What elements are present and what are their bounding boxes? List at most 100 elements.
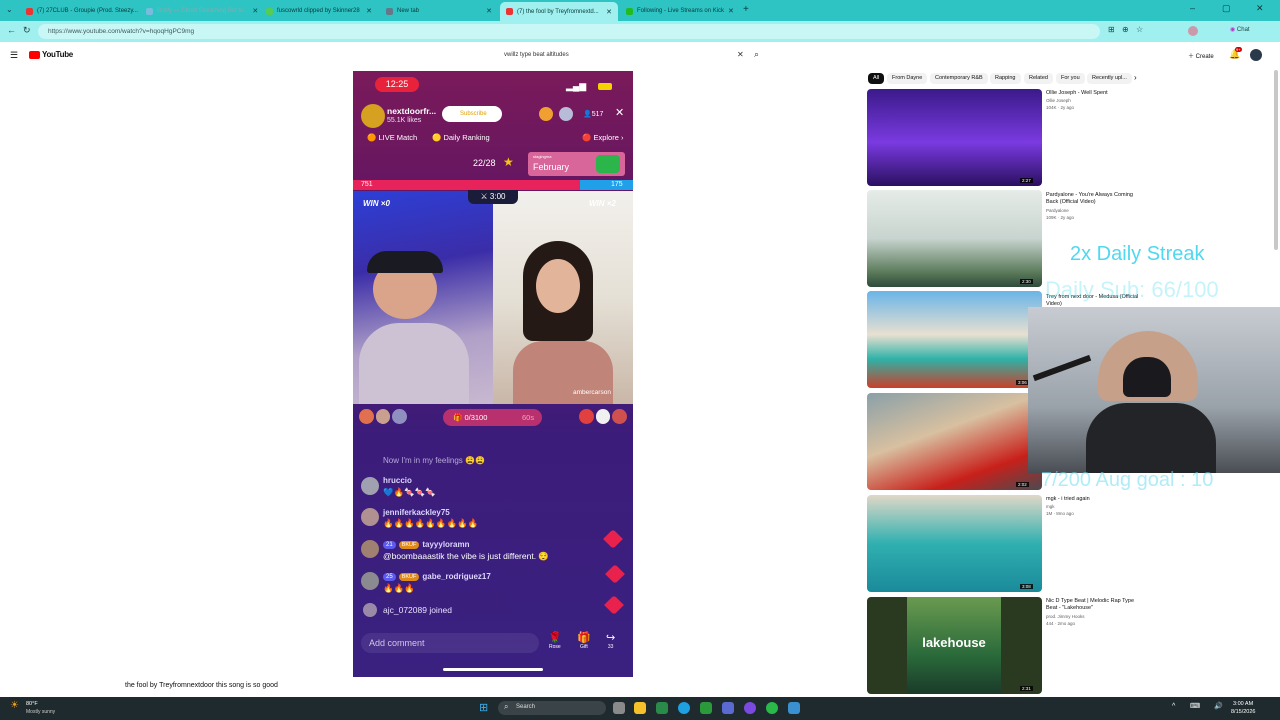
network-icon[interactable]: ⌨ [1190,702,1200,710]
chip-contemporary-rnb[interactable]: Contemporary R&B [930,73,988,84]
tab-5-active[interactable]: (7) the fool by Treyfromnextd... ✕ [500,2,618,21]
gift-goal-bar[interactable]: 🎁 0/3100 60s [443,409,542,426]
clock-date[interactable]: 8/15/2026 [1231,709,1255,715]
back-icon[interactable]: ← [7,25,16,35]
supporter-avatar[interactable] [595,409,611,424]
tiktok-live-video[interactable]: 12:25 ▂▄▆ nextdoorfr... 55.1K likes Subs… [353,71,633,677]
url-field[interactable]: https://www.youtube.com/watch?v=hqoqHgPC… [38,24,1100,39]
app-icon[interactable] [788,702,800,714]
chip-all[interactable]: All [868,73,885,84]
video-thumbnail[interactable]: lakehouse [867,597,1042,694]
supporter-avatar[interactable] [359,409,374,424]
supporter-avatar[interactable] [612,409,628,424]
video-thumbnail[interactable] [867,291,1042,388]
account-avatar[interactable] [1250,49,1262,61]
app-icon[interactable] [656,702,668,714]
clock-time[interactable]: 3:00 AM [1233,701,1253,707]
channel-name[interactable]: Pardyalone [1046,208,1069,213]
start-icon[interactable]: ⊞ [479,701,488,714]
video-thumbnail[interactable] [867,89,1042,186]
chat-username[interactable]: jenniferkackley75 [383,508,450,517]
weather-icon[interactable]: ☀ [10,700,19,711]
search-icon[interactable]: ⌕ [754,49,759,60]
host-avatar[interactable] [361,104,385,128]
copilot-chat-button[interactable]: ◉ Chat [1230,26,1250,33]
chip-rapping[interactable]: Rapping [990,73,1021,84]
channel-name[interactable]: prod. Jimmy Hooks [1046,614,1085,619]
subscribe-button[interactable]: Subscribe [442,106,502,122]
zoom-icon[interactable]: ⊕ [1122,25,1129,34]
channel-name[interactable]: mgk [1046,504,1055,509]
taskbar-search[interactable]: Search [498,701,606,715]
app-icon[interactable] [700,702,712,714]
close-tab-icon[interactable]: ✕ [728,7,734,15]
youtube-logo[interactable]: YouTube [42,50,73,59]
gift-button[interactable]: 🎁 Gift [577,631,591,650]
chat-avatar[interactable] [361,572,379,590]
volume-icon[interactable]: 🔊 [1214,702,1223,710]
tab-2[interactable]: Botify — Cloud Streaming Bot fo... ✕ [140,3,258,19]
host-name[interactable]: nextdoorfr... [387,106,436,116]
video-title-link[interactable]: Nic D Type Beat | Melodic Rap Type Beat … [1046,598,1141,612]
supporter-avatar[interactable] [375,409,391,424]
chip-from-dayne[interactable]: From Dayne [887,73,928,84]
favorite-star-icon[interactable]: ☆ [1136,25,1143,34]
video-title-link[interactable]: Pardyalone - You're Always Coming Back (… [1046,192,1141,206]
tab-1[interactable]: (7) 27CLUB - Groupie (Prod. Steezy...✕ [20,3,138,19]
menu-icon[interactable]: ☰ [10,50,18,61]
add-comment-input[interactable]: Add comment [361,633,539,653]
close-tab-icon[interactable]: ✕ [252,7,258,15]
chat-avatar[interactable] [361,508,379,526]
close-tab-icon[interactable]: ✕ [606,8,612,16]
chat-avatar[interactable] [361,540,379,558]
explore-link[interactable]: 🔴 Explore › [582,133,623,142]
new-tab-icon[interactable]: + [743,4,749,15]
supporter-avatar[interactable] [392,409,408,424]
close-tab-icon[interactable]: ✕ [366,7,372,15]
channel-name[interactable]: Ollie Joseph [1046,98,1071,103]
search-input[interactable]: vwillz type beat altitudes [498,49,748,63]
daily-ranking-link[interactable]: 🟡 Daily Ranking [432,133,490,142]
video-title-link[interactable]: Ollie Joseph - Well Spent [1046,90,1141,97]
app-icon[interactable] [766,702,778,714]
minimize-icon[interactable]: – [1190,3,1195,13]
chip-related[interactable]: Related [1024,73,1053,84]
close-window-icon[interactable]: ✕ [1256,3,1264,14]
create-button[interactable]: ＋ Create [1188,51,1214,60]
february-banner[interactable]: stagingma February [528,152,625,176]
video-thumbnail[interactable] [867,495,1042,592]
chat-avatar[interactable] [361,477,379,495]
chat-username[interactable]: tayyyloramn [422,540,469,549]
tab-list-icon[interactable]: ⌄ [6,5,13,14]
chips-next-icon[interactable]: › [1134,73,1137,82]
chat-username[interactable]: gabe_rodriguez17 [422,572,490,581]
live-match-link[interactable]: 🟠 LIVE Match [367,133,417,142]
video-thumbnail[interactable] [867,393,1042,490]
notification-badge: 9+ [1235,47,1242,52]
maximize-icon[interactable]: ▢ [1222,3,1231,14]
app-icon[interactable] [744,702,756,714]
refresh-icon[interactable]: ↻ [23,25,31,36]
tab-4[interactable]: New tab ✕ [380,3,498,19]
video-title-link[interactable]: mgk - i tried again [1046,496,1141,503]
page-scrollbar[interactable] [1274,70,1278,250]
apps-icon[interactable]: ⊞ [1108,25,1115,34]
teams-icon[interactable] [722,702,734,714]
edge-icon[interactable] [678,702,690,714]
video-thumbnail[interactable] [867,190,1042,287]
file-explorer-icon[interactable] [634,702,646,714]
share-button[interactable]: ↪ 33 [606,631,615,650]
level-badge: 25 [383,572,396,581]
tab-3[interactable]: fuscowrld clipped by Skinner28 ✕ [260,3,378,19]
profile-avatar[interactable] [1188,26,1198,36]
tray-overflow-icon[interactable]: ^ [1172,703,1175,710]
rose-button[interactable]: 🌹 Rose [548,631,562,650]
close-live-icon[interactable]: ✕ [615,106,624,119]
tab-6[interactable]: Following - Live Streams on Kick ✕ [620,3,738,19]
chip-for-you[interactable]: For you [1056,73,1085,84]
chat-username[interactable]: hruccio [383,476,412,485]
close-tab-icon[interactable]: ✕ [486,7,492,15]
chip-recently-uploaded[interactable]: Recently upl... [1087,73,1132,84]
supporter-avatar[interactable] [579,409,594,424]
task-view-icon[interactable] [613,702,625,714]
